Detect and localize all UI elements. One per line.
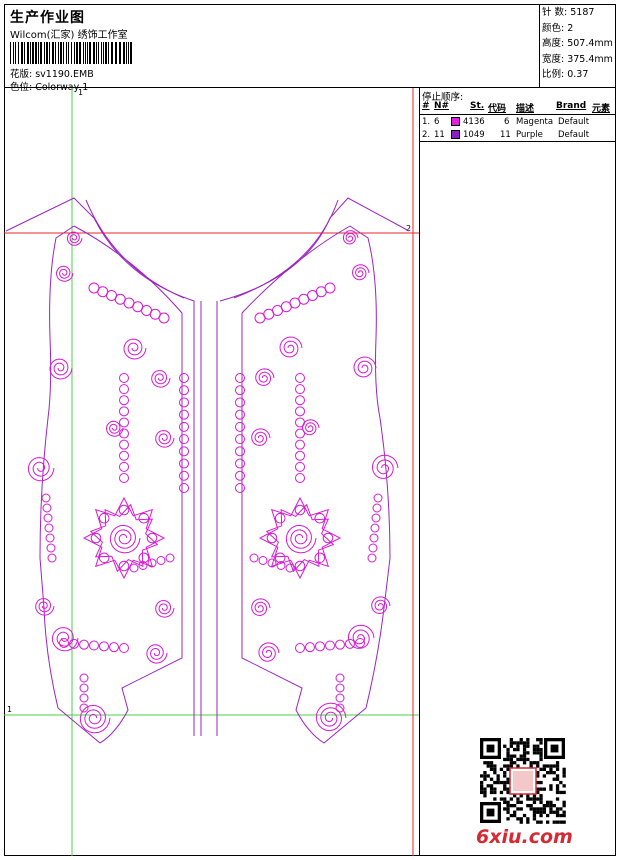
- row-stitches: 4136: [463, 117, 485, 127]
- col-needle: N#: [434, 101, 450, 111]
- stop-sequence-panel: 停止顺序: # N# St. 代码 描述 Brand 元素 1. 6 4136 …: [420, 88, 616, 142]
- row-desc: Purple: [516, 130, 543, 140]
- stop-sequence-header: # N# St. 代码 描述 Brand 元素: [420, 100, 616, 115]
- col-num: #: [422, 101, 430, 111]
- company-name: Wilcom(汇家) 绣饰工作室: [10, 30, 128, 41]
- page-title: 生产作业图: [10, 10, 85, 26]
- col-desc: 描述: [516, 104, 535, 114]
- row-num: 2.: [422, 130, 431, 140]
- col-element: 元素: [592, 104, 611, 114]
- row-stitches: 1049: [463, 130, 485, 140]
- design-width: 宽度: 375.4mm: [542, 53, 613, 65]
- row-needle: 11: [434, 130, 445, 140]
- row-code: 11: [500, 130, 511, 140]
- design-scale: 比例: 0.37: [542, 69, 589, 80]
- left-panel-outline: [5, 197, 218, 744]
- col-brand: Brand: [556, 101, 587, 111]
- guide-mark-right: 2: [406, 224, 411, 233]
- design-filename: 花版: sv1190.EMB: [10, 69, 94, 80]
- color-count: 颜色: 2: [542, 22, 574, 34]
- guide-mark-left: 1: [7, 705, 12, 714]
- watermark-brand: 6xiu.com: [476, 826, 573, 848]
- color-swatch: [451, 130, 460, 139]
- row-needle: 6: [434, 117, 440, 127]
- row-code: 6: [504, 117, 510, 127]
- row-brand: Default: [558, 117, 590, 127]
- embroidery-canvas[interactable]: 1 2 1: [4, 88, 420, 856]
- stop-row: 1. 6 4136 6 Magenta Default: [420, 116, 616, 129]
- stats-panel: 针 数: 5187 颜色: 2 高度: 507.4mm 宽度: 375.4mm …: [540, 4, 616, 88]
- color-swatch: [451, 117, 460, 126]
- stop-row: 2. 11 1049 11 Purple Default: [420, 129, 616, 142]
- row-num: 1.: [422, 117, 431, 127]
- row-brand: Default: [558, 130, 590, 140]
- right-panel-outline: [219, 197, 410, 744]
- col-stitches: St.: [470, 101, 485, 111]
- stitch-count: 针 数: 5187: [542, 7, 595, 18]
- design-height: 高度: 507.4mm: [542, 38, 613, 49]
- row-desc: Magenta: [516, 117, 554, 127]
- header-panel: 生产作业图 Wilcom(汇家) 绣饰工作室 花版: sv1190.EMB 色位…: [4, 4, 540, 93]
- guide-mark-top: 1: [78, 88, 83, 97]
- barcode-icon: [10, 42, 132, 64]
- embroidery-motifs: [27, 230, 399, 734]
- col-code: 代码: [488, 104, 507, 114]
- qr-code-icon: [480, 738, 566, 824]
- embroidery-drawing: 1 2 1: [4, 88, 419, 856]
